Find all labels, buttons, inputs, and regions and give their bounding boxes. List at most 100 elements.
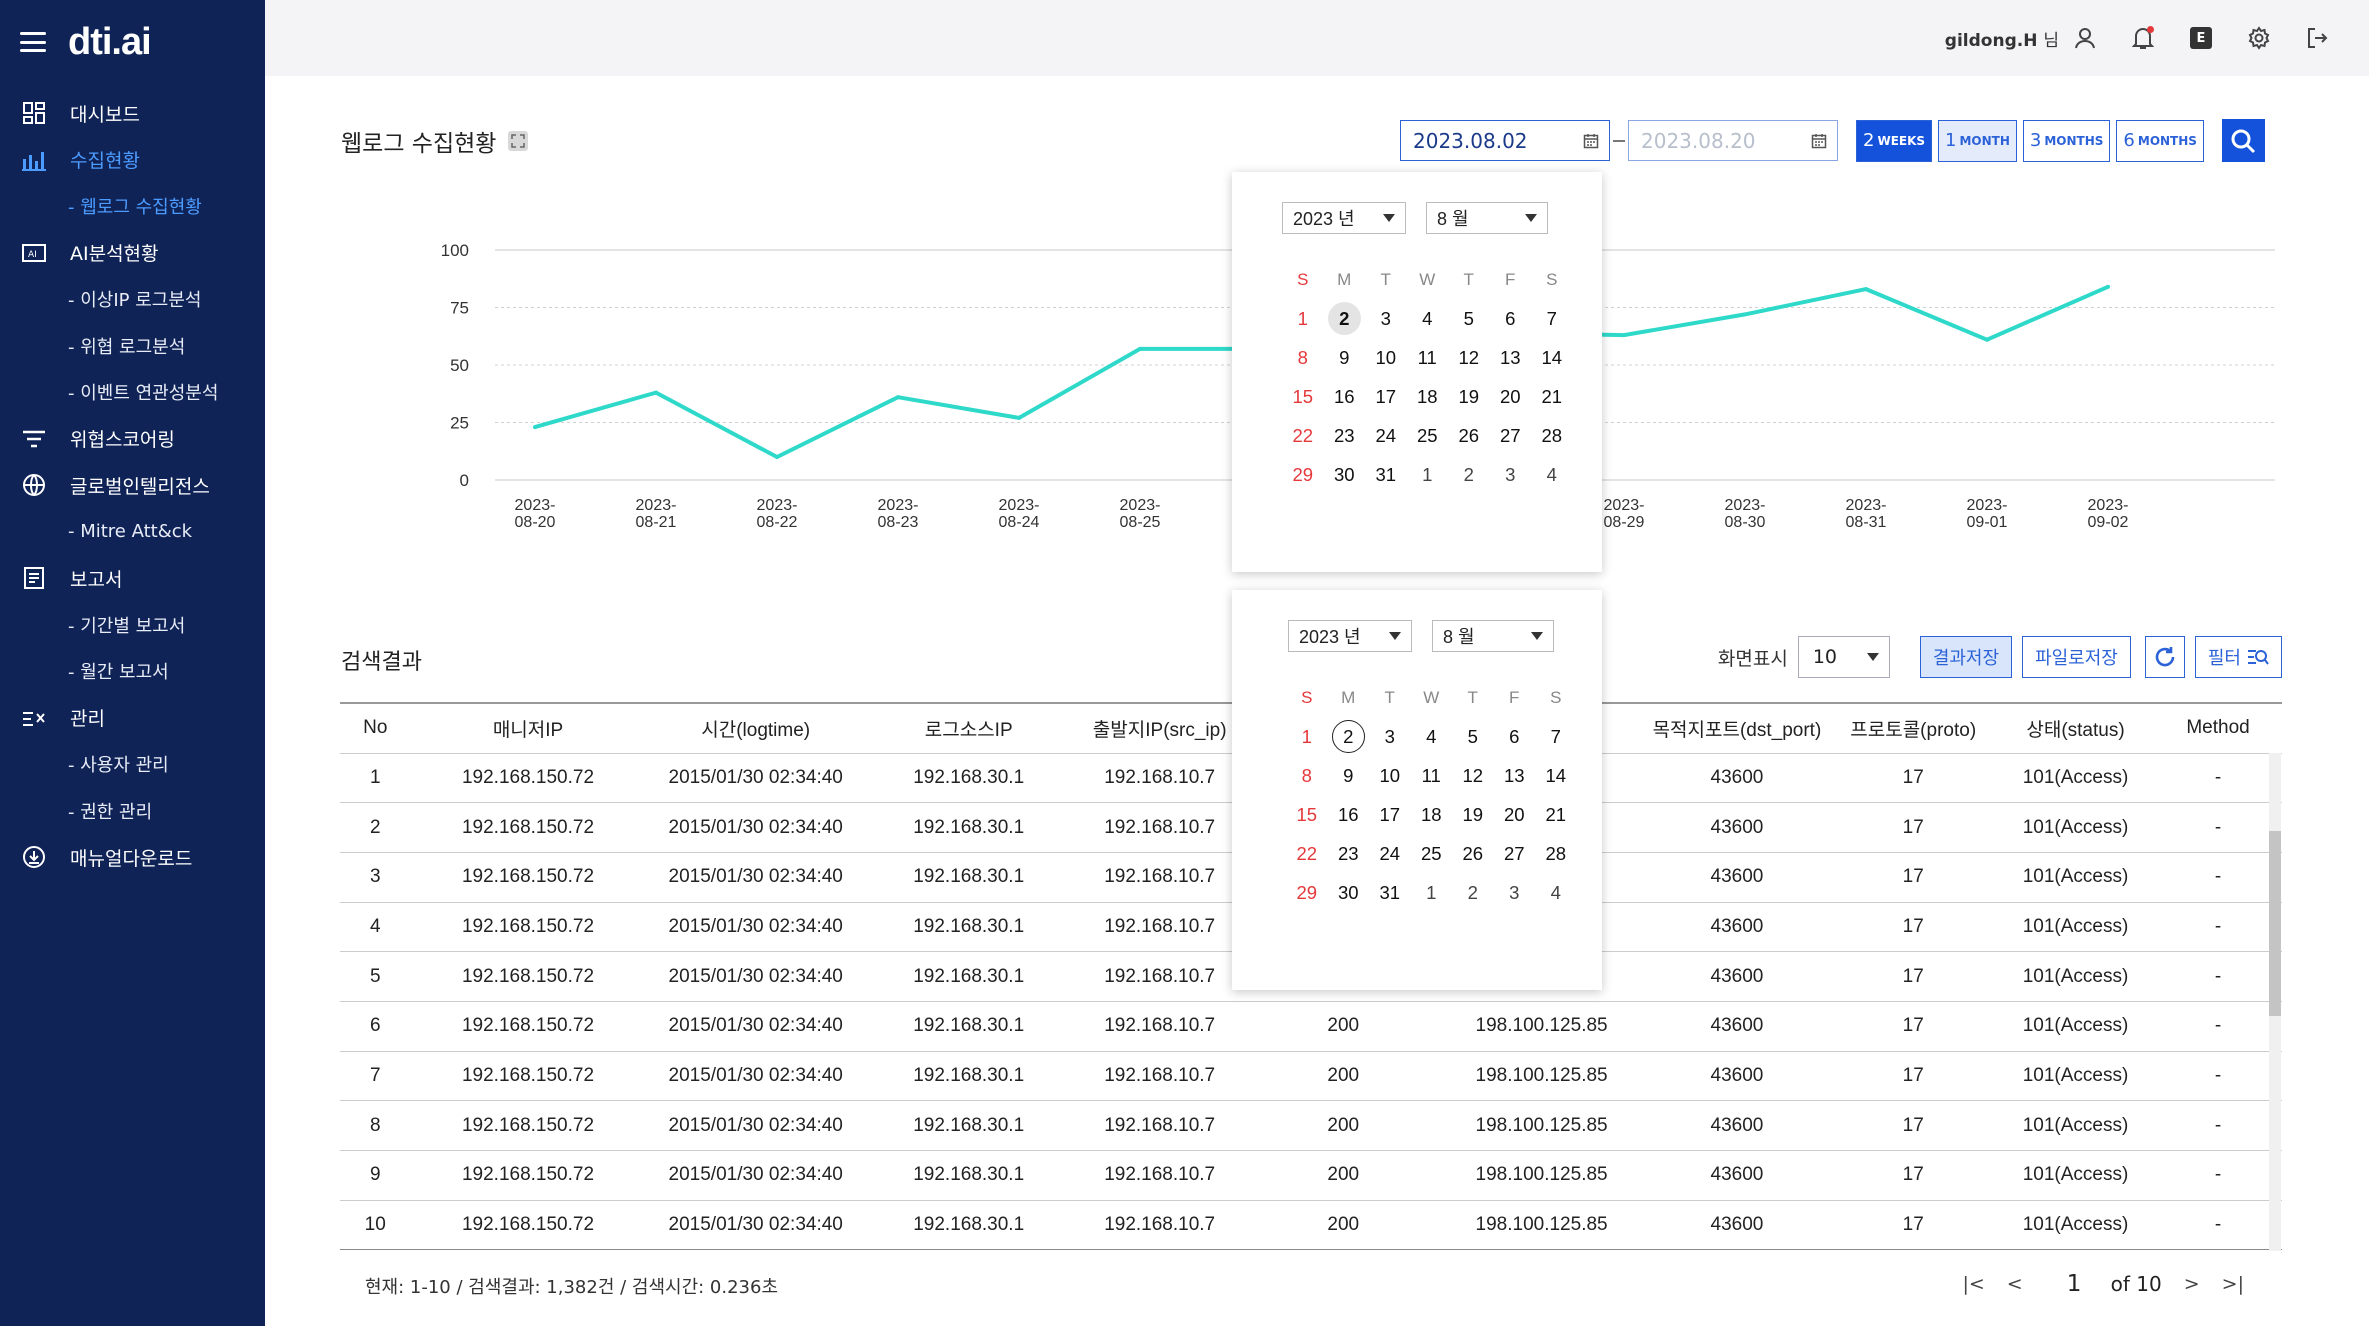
calendar-day[interactable]: 27 (1490, 416, 1532, 455)
calendar-day[interactable]: 4 (1407, 299, 1449, 338)
sidebar-item[interactable]: - 권한 관리 (0, 788, 265, 835)
calendar-day[interactable]: 22 (1286, 834, 1328, 873)
calendar-day[interactable]: 31 (1369, 873, 1411, 912)
data-point[interactable] (1743, 312, 1747, 317)
calendar-day[interactable]: 1 (1282, 299, 1324, 338)
table-scrollbar[interactable] (2269, 753, 2281, 1251)
calendar-day[interactable]: 14 (1535, 756, 1577, 795)
prev-page-button[interactable]: < (2007, 1273, 2023, 1295)
sidebar-item[interactable]: AI AI분석현황 (0, 230, 265, 277)
calendar-day[interactable]: 1 (1407, 455, 1449, 494)
calendar-day[interactable]: 13 (1490, 338, 1532, 377)
calendar-day[interactable]: 5 (1452, 717, 1494, 756)
table-row[interactable]: 6 192.168.150.72 2015/01/30 02:34:40 192.16… (340, 1001, 2282, 1052)
data-point[interactable] (533, 425, 537, 430)
calendar-day[interactable]: 4 (1531, 455, 1573, 494)
data-point[interactable] (896, 395, 900, 400)
calendar-day[interactable]: 7 (1535, 717, 1577, 756)
calendar-day[interactable]: 6 (1494, 717, 1536, 756)
calendar-day[interactable]: 5 (1448, 299, 1490, 338)
data-point[interactable] (1622, 333, 1626, 338)
calendar-day[interactable]: 25 (1407, 416, 1449, 455)
column-header[interactable]: 출발지IP(src_ip) (1072, 703, 1248, 753)
sidebar-item[interactable]: - 웹로그 수집현황 (0, 183, 265, 230)
table-row[interactable]: 8 192.168.150.72 2015/01/30 02:34:40 192.16… (340, 1100, 2282, 1151)
calendar-day[interactable]: 20 (1494, 795, 1536, 834)
calendar-day[interactable]: 28 (1535, 834, 1577, 873)
calendar-day[interactable]: 21 (1531, 377, 1573, 416)
column-header[interactable]: 프로토콜(proto) (1829, 703, 1996, 753)
column-header[interactable]: 목적지포트(dst_port) (1644, 703, 1829, 753)
calendar-day[interactable]: 3 (1365, 299, 1407, 338)
first-page-button[interactable]: |< (1962, 1273, 1984, 1295)
calendar-day[interactable]: 9 (1324, 338, 1366, 377)
table-row[interactable]: 7 192.168.150.72 2015/01/30 02:34:40 192.16… (340, 1051, 2282, 1102)
settings-gear-icon[interactable] (2245, 24, 2273, 52)
user-icon[interactable] (2071, 24, 2099, 52)
sidebar-item[interactable]: 수집현황 (0, 137, 265, 184)
calendar-day[interactable]: 28 (1531, 416, 1573, 455)
column-header[interactable]: Method (2154, 703, 2282, 753)
sidebar-item[interactable]: - 월간 보고서 (0, 648, 265, 695)
calendar-day[interactable]: 29 (1282, 455, 1324, 494)
calendar-day[interactable]: 24 (1369, 834, 1411, 873)
calendar-day[interactable]: 30 (1324, 455, 1366, 494)
range-2-weeks-button[interactable]: 2 WEEKS (1856, 119, 1933, 162)
sidebar-item[interactable]: - 위협 로그분석 (0, 323, 265, 370)
hamburger-menu-icon[interactable] (20, 32, 46, 52)
calendar-day[interactable]: 1 (1411, 873, 1453, 912)
search-button[interactable] (2221, 119, 2265, 162)
calendar-day[interactable]: 2 (1324, 299, 1366, 338)
calendar-day[interactable]: 8 (1282, 338, 1324, 377)
save-to-file-button[interactable]: 파일로저장 (2022, 636, 2131, 678)
data-point[interactable] (1138, 346, 1142, 351)
e-icon[interactable]: E (2187, 24, 2215, 52)
calendar-day[interactable]: 7 (1531, 299, 1573, 338)
page-size-select[interactable]: 10 (1797, 636, 1890, 678)
calendar-day[interactable]: 1 (1286, 717, 1328, 756)
table-row[interactable]: 9 192.168.150.72 2015/01/30 02:34:40 192.16… (340, 1150, 2282, 1201)
range-6-months-button[interactable]: 6 MONTHS (2116, 119, 2204, 162)
calendar-day[interactable]: 3 (1490, 455, 1532, 494)
column-header[interactable]: 시간(logtime) (646, 703, 866, 753)
sidebar-item[interactable]: - 이상IP 로그분석 (0, 276, 265, 323)
column-header[interactable]: No (340, 703, 411, 753)
calendar-day[interactable]: 20 (1490, 377, 1532, 416)
calendar-day[interactable]: 8 (1286, 756, 1328, 795)
last-page-button[interactable]: >| (2222, 1273, 2244, 1295)
start-date-input[interactable]: 2023.08.02 (1400, 120, 1610, 161)
expand-icon[interactable] (508, 131, 529, 151)
calendar-day[interactable]: 17 (1369, 795, 1411, 834)
logout-icon[interactable] (2303, 24, 2331, 52)
calendar-day[interactable]: 3 (1494, 873, 1536, 912)
calendar-day[interactable]: 6 (1490, 299, 1532, 338)
month-select[interactable]: 8 월 (1426, 202, 1548, 234)
calendar-day[interactable]: 16 (1324, 377, 1366, 416)
month-select[interactable]: 8 월 (1432, 620, 1554, 652)
next-page-button[interactable]: > (2184, 1273, 2200, 1295)
calendar-day[interactable]: 18 (1407, 377, 1449, 416)
calendar-day[interactable]: 11 (1407, 338, 1449, 377)
calendar-day[interactable]: 22 (1282, 416, 1324, 455)
year-select[interactable]: 2023 년 (1282, 202, 1406, 234)
calendar-day[interactable]: 4 (1535, 873, 1577, 912)
calendar-day[interactable]: 18 (1411, 795, 1453, 834)
calendar-day[interactable]: 23 (1328, 834, 1370, 873)
sidebar-item[interactable]: 매뉴얼다운로드 (0, 834, 265, 881)
calendar-day[interactable]: 24 (1365, 416, 1407, 455)
calendar-day[interactable]: 13 (1494, 756, 1536, 795)
sidebar-item[interactable]: 대시보드 (0, 90, 265, 137)
data-point[interactable] (1017, 415, 1021, 420)
table-row[interactable]: 10 192.168.150.72 2015/01/30 02:34:40 192.1… (340, 1200, 2282, 1251)
calendar-day[interactable]: 26 (1448, 416, 1490, 455)
sidebar-item[interactable]: 글로벌인텔리전스 (0, 462, 265, 509)
sidebar-item[interactable]: 위협스코어링 (0, 416, 265, 463)
sidebar-item[interactable]: - 이벤트 연관성분석 (0, 369, 265, 416)
notification-bell-icon[interactable] (2129, 24, 2157, 52)
calendar-day[interactable]: 29 (1286, 873, 1328, 912)
filter-button[interactable]: 필터 (2194, 636, 2282, 678)
calendar-day[interactable]: 12 (1448, 338, 1490, 377)
calendar-day[interactable]: 17 (1365, 377, 1407, 416)
calendar-day[interactable]: 12 (1452, 756, 1494, 795)
calendar-day[interactable]: 30 (1328, 873, 1370, 912)
